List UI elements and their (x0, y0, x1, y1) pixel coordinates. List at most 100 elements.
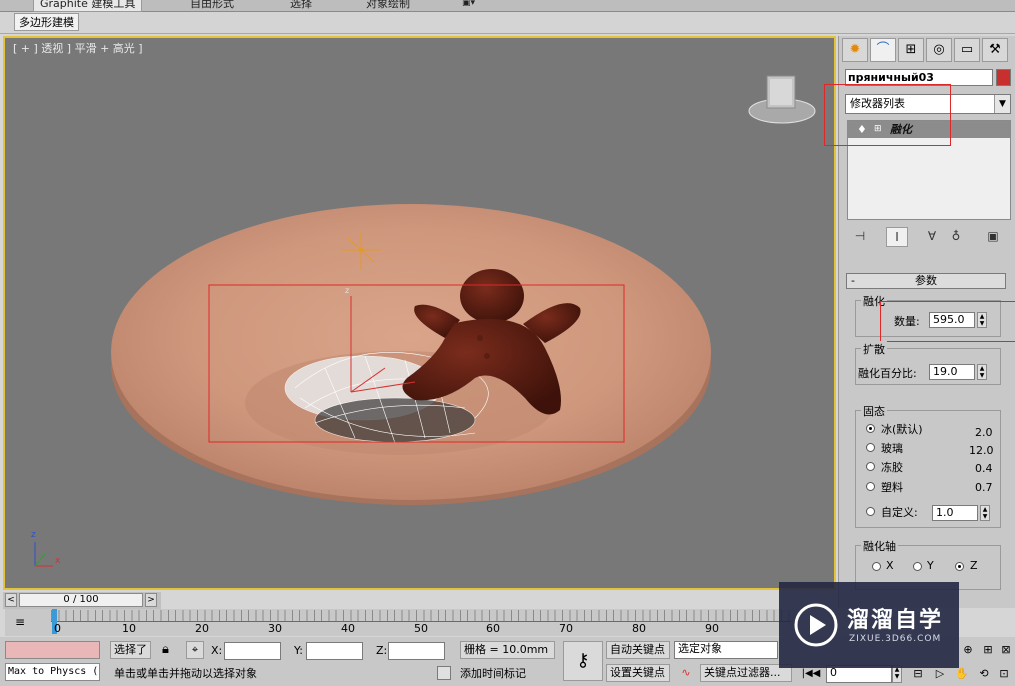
solidity-ice-radio[interactable] (866, 424, 875, 433)
utilities-tab-icon[interactable]: ⚒ (982, 38, 1008, 62)
tick-label: 30 (268, 622, 282, 635)
modify-tab-icon[interactable]: ⌒ (870, 38, 896, 62)
solidity-group-label: 固态 (861, 403, 887, 419)
field-of-view-icon[interactable]: ⊠ (998, 641, 1014, 659)
add-time-tag-button[interactable]: 添加时间标记 (460, 665, 555, 683)
chevron-down-icon[interactable]: ▼ (994, 95, 1010, 113)
viewport-scene (34, 75, 816, 567)
y-coord-field[interactable] (306, 642, 363, 660)
viewcube[interactable] (748, 75, 816, 124)
auto-key-button[interactable]: 自动关键点 (606, 641, 670, 659)
key-tangent-icon[interactable]: ∿ (676, 664, 696, 682)
axis-z-radio[interactable] (955, 562, 964, 571)
orbit-icon[interactable]: ⟲ (976, 665, 992, 683)
tick-label: 10 (122, 622, 136, 635)
ribbon-subbar (0, 12, 1015, 34)
watermark-overlay: 溜溜自学 ZIXUE.3D66.COM (779, 582, 959, 668)
next-frame-icon[interactable]: > (145, 593, 157, 607)
play-logo-icon (794, 603, 838, 647)
solidity-plastic-radio[interactable] (866, 482, 875, 491)
hierarchy-tab-icon[interactable]: ⊞ (898, 38, 924, 62)
custom-solidity-spinner[interactable]: ▲ ▼ (980, 505, 990, 521)
zoom-all-icon[interactable]: ⊕ (960, 641, 976, 659)
x-coord-field[interactable] (224, 642, 281, 660)
spread-group-label: 扩散 (861, 341, 887, 357)
tab-selection[interactable]: 选择 (290, 0, 312, 11)
axis-x-radio[interactable] (872, 562, 881, 571)
solidity-custom-label: 自定义: (881, 506, 918, 519)
zoom-extents-icon[interactable]: ⊞ (980, 641, 996, 659)
show-end-result-icon[interactable]: Ⅰ (886, 227, 908, 247)
tick-label: 90 (705, 622, 719, 635)
solidity-ice-label: 冰(默认) (881, 423, 923, 436)
melt-axis-group-label: 融化轴 (861, 538, 898, 554)
trackbar[interactable]: ≡ 0 10 20 30 40 50 60 70 80 90 (5, 609, 795, 636)
ribbon-options-dropdown-icon[interactable]: ▣▾ (462, 0, 475, 11)
solidity-plastic-label: 塑料 (881, 481, 903, 494)
solidity-jelly-value: 0.4 (975, 462, 993, 475)
solidity-glass-label: 玻璃 (881, 442, 903, 455)
annotation-box-amount (880, 301, 1015, 342)
axis-x-option-label: X (886, 559, 894, 572)
tick-label: 50 (414, 622, 428, 635)
remove-modifier-icon[interactable]: ♁ (946, 227, 966, 245)
maxscript-listener-pink[interactable] (5, 641, 100, 659)
melt-percent-spinner[interactable]: ▲ ▼ (977, 364, 987, 380)
z-coord-field[interactable] (388, 642, 445, 660)
solidity-custom-radio[interactable] (866, 507, 875, 516)
absolute-mode-icon[interactable]: ⌖ (186, 641, 204, 659)
grid-size-readout: 栅格 = 10.0mm (460, 641, 555, 659)
melt-percent-field[interactable]: 19.0 (929, 364, 975, 380)
tab-freeform[interactable]: 自由形式 (190, 0, 234, 11)
tick-label: 0 (54, 622, 61, 635)
rollout-title: 参数 (915, 274, 937, 287)
display-tab-icon[interactable]: ▭ (954, 38, 980, 62)
key-mode-dropdown[interactable]: 选定对象 (674, 641, 778, 659)
prev-frame-icon[interactable]: < (5, 593, 17, 607)
annotation-box-stack (824, 84, 951, 146)
tab-polygon-modeling[interactable]: 多边形建模 (14, 13, 79, 31)
ribbon-bar: Graphite 建模工具 自由形式 选择 对象绘制 ▣▾ (0, 0, 1015, 12)
maxscript-mini-listener[interactable]: Max to Physcs ( (5, 663, 100, 681)
frame-readout[interactable]: 0 / 100 (19, 593, 143, 607)
motion-tab-icon[interactable]: ◎ (926, 38, 952, 62)
lock-icon[interactable]: 🔒︎ (162, 642, 169, 657)
tick-label: 60 (486, 622, 500, 635)
pin-stack-icon[interactable]: ⊣ (850, 227, 870, 245)
set-key-button[interactable]: 设置关键点 (606, 664, 670, 682)
custom-solidity-field[interactable]: 1.0 (932, 505, 978, 521)
axis-tripod (34, 542, 53, 567)
perspective-viewport[interactable]: [ + ] 透视 ] 平滑 + 高光 ] z x z (3, 36, 836, 590)
plate-mesh (111, 204, 711, 505)
axis-z-option-label: Z (970, 559, 978, 572)
configure-sets-icon[interactable]: ▣ (983, 227, 1003, 245)
object-color-swatch[interactable] (996, 69, 1011, 86)
x-coord-label: X: (211, 644, 223, 657)
axis-x-label: x (55, 556, 61, 566)
tick-label: 40 (341, 622, 355, 635)
gizmo-z-label: z (345, 286, 350, 295)
maximize-viewport-icon[interactable]: ⊡ (996, 665, 1012, 683)
mini-curve-editor-icon[interactable]: ≡ (9, 613, 31, 631)
prompt-line: 单击或单击并拖动以选择对象 (114, 667, 257, 680)
solidity-plastic-value: 0.7 (975, 481, 993, 494)
parameters-rollout-header[interactable]: - 参数 (846, 273, 1006, 289)
solidity-glass-radio[interactable] (866, 443, 875, 452)
tick-label: 70 (559, 622, 573, 635)
create-tab-icon[interactable]: ✹ (842, 38, 868, 62)
time-slider[interactable]: < 0 / 100 > (3, 592, 161, 609)
make-unique-icon[interactable]: ∀ (922, 227, 942, 245)
solidity-glass-value: 12.0 (969, 444, 994, 457)
selection-lock-status: 选择了 (110, 641, 151, 659)
time-tag-icon[interactable] (437, 666, 451, 680)
axis-y-radio[interactable] (913, 562, 922, 571)
watermark-brand: 溜溜自学 (847, 608, 944, 633)
set-key-icon[interactable]: ⚷ (563, 641, 603, 681)
solidity-ice-value: 2.0 (975, 426, 993, 439)
watermark-url: ZIXUE.3D66.COM (849, 634, 942, 644)
solidity-jelly-radio[interactable] (866, 462, 875, 471)
tick-label: 20 (195, 622, 209, 635)
collapse-icon: - (851, 274, 855, 287)
tab-graphite-modeling[interactable]: Graphite 建模工具 (33, 0, 143, 12)
tab-object-paint[interactable]: 对象绘制 (366, 0, 410, 11)
